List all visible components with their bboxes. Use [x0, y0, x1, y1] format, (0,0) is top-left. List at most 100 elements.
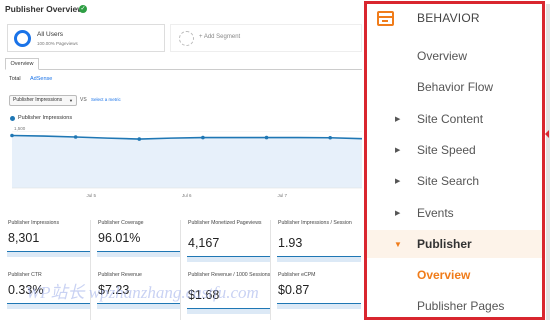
scorecard-label: Publisher Revenue: [98, 272, 142, 278]
page-title: Publisher Overview: [5, 4, 84, 14]
scorecard[interactable]: Publisher Coverage 96.01%: [95, 220, 181, 260]
add-segment-label: + Add Segment: [199, 34, 241, 40]
nav-item-overview[interactable]: Overview: [366, 42, 544, 70]
panel-edge: [546, 4, 550, 320]
y-tick-label: 1,500: [14, 126, 26, 131]
subtab-adsense[interactable]: AdSense: [30, 76, 52, 82]
nav-item-site-speed[interactable]: ▶ Site Speed: [366, 136, 544, 164]
data-point: [201, 135, 205, 140]
scorecard[interactable]: Publisher Impressions / Session 1.93: [275, 220, 361, 262]
nav-item-label: Overview: [417, 49, 468, 63]
chart-legend-label: Publisher Impressions: [18, 115, 73, 121]
scorecard-value: $0.87: [278, 283, 310, 297]
sparkline-fill: [97, 252, 181, 257]
data-point: [328, 135, 332, 140]
metric-select-value: Publisher Impressions: [13, 97, 63, 103]
behavior-icon: [377, 11, 394, 26]
scorecard-sparkline: [7, 247, 91, 257]
select-metric-link[interactable]: Select a metric: [91, 97, 121, 102]
scorecard-sparkline: [187, 252, 271, 262]
scorecard-sparkline: [97, 247, 181, 257]
segment-subtitle: 100.00% Pageviews: [37, 41, 78, 46]
scorecard-value: 1.93: [278, 236, 303, 250]
behavior-section-title[interactable]: BEHAVIOR: [417, 11, 480, 25]
sparkline-line: [187, 308, 271, 309]
sparkline-line: [97, 303, 181, 304]
highlight-pointer-icon: [545, 130, 549, 138]
metric-select[interactable]: Publisher Impressions ▼: [9, 95, 77, 106]
scorecard[interactable]: Publisher eCPM $0.87: [275, 272, 361, 312]
nav-item-site-search[interactable]: ▶ Site Search: [366, 167, 544, 195]
sparkline-line: [277, 256, 361, 257]
scorecard[interactable]: Publisher Revenue / 1000 Sessions $1.68: [185, 272, 271, 314]
sparkline-line: [97, 251, 181, 252]
sparkline-line: [187, 256, 271, 257]
nav-item-site-content[interactable]: ▶ Site Content: [366, 105, 544, 133]
nav-item-label: Publisher Pages: [417, 299, 505, 314]
data-point: [73, 135, 78, 139]
nav-item-label: Overview: [417, 268, 471, 283]
nav-item-publisher-pages[interactable]: Publisher Pages: [366, 292, 544, 320]
sparkline-fill: [97, 304, 181, 309]
subtab-total[interactable]: Total: [9, 76, 21, 82]
tab-overview[interactable]: Overview: [5, 58, 39, 70]
caret-right-icon: ▶: [395, 209, 401, 217]
caret-right-icon: ▶: [395, 115, 401, 123]
scorecard-label: Publisher Revenue / 1000 Sessions: [188, 272, 271, 278]
nav-item-overview[interactable]: Overview: [366, 261, 544, 289]
x-tick-label: Jul 6: [182, 193, 192, 198]
scorecard-label: Publisher Coverage: [98, 220, 144, 226]
segment-name: All Users: [37, 31, 64, 38]
scorecard[interactable]: Publisher CTR 0.33%: [5, 272, 91, 312]
sparkline-line: [277, 303, 361, 304]
x-tick-label: Jul 5: [87, 193, 97, 198]
sparkline-line: [7, 303, 91, 304]
caret-right-icon: ▶: [395, 146, 401, 154]
sparkline-fill: [187, 309, 271, 314]
nav-item-label: Site Search: [417, 174, 480, 189]
scorecard-value: $7.23: [98, 283, 130, 297]
nav-item-behavior-flow[interactable]: Behavior Flow: [366, 73, 544, 101]
scorecard-sparkline: [97, 299, 181, 309]
scorecard-value: 8,301: [8, 231, 40, 245]
scorecard[interactable]: Publisher Impressions 8,301: [5, 220, 91, 260]
scorecard-value: 96.01%: [98, 231, 141, 245]
scorecard[interactable]: Publisher Monetized Pageviews 4,167: [185, 220, 271, 262]
nav-item-label: Site Speed: [417, 142, 476, 157]
sparkline-fill: [7, 252, 91, 257]
scorecard-value: 4,167: [188, 236, 220, 250]
scorecard-label: Publisher eCPM: [278, 272, 316, 278]
scorecard-divider: [180, 220, 181, 320]
scorecard-label: Publisher Monetized Pageviews: [188, 220, 262, 226]
data-point: [10, 133, 14, 138]
nav-item-label: Site Content: [417, 111, 484, 126]
caret-right-icon: ▶: [395, 178, 401, 186]
data-point: [137, 137, 142, 141]
segment-all-users[interactable]: All Users 100.00% Pageviews: [7, 24, 165, 52]
sparkline-fill: [187, 257, 271, 262]
caret-down-icon: ▼: [394, 239, 402, 249]
nav-item-label: Publisher: [417, 236, 472, 251]
scorecard-sparkline: [277, 299, 361, 309]
x-tick-label: Jul 7: [277, 193, 287, 198]
scorecard-divider: [90, 220, 91, 320]
tab-divider: [5, 69, 362, 70]
check-circle-icon: ✓: [79, 5, 87, 13]
scorecard-sparkline: [187, 304, 271, 314]
segment-ring-icon: [14, 30, 31, 47]
sparkline-fill: [277, 304, 361, 309]
add-segment-button[interactable]: + Add Segment: [170, 24, 362, 52]
scorecard-value: $1.68: [188, 288, 220, 302]
scorecard-divider: [270, 220, 271, 320]
scorecard[interactable]: Publisher Revenue $7.23: [95, 272, 181, 312]
legend-dot-icon: [10, 116, 15, 121]
nav-item-label: Behavior Flow: [417, 80, 494, 95]
chevron-down-icon: ▼: [69, 98, 73, 103]
data-point: [264, 135, 269, 140]
nav-item-events[interactable]: ▶ Events: [366, 199, 544, 227]
scorecard-value: 0.33%: [8, 283, 44, 297]
sparkline-fill: [7, 304, 91, 309]
scorecard-label: Publisher CTR: [8, 272, 42, 278]
nav-item-label: Events: [417, 205, 454, 220]
nav-item-publisher[interactable]: ▼ Publisher: [366, 229, 544, 258]
